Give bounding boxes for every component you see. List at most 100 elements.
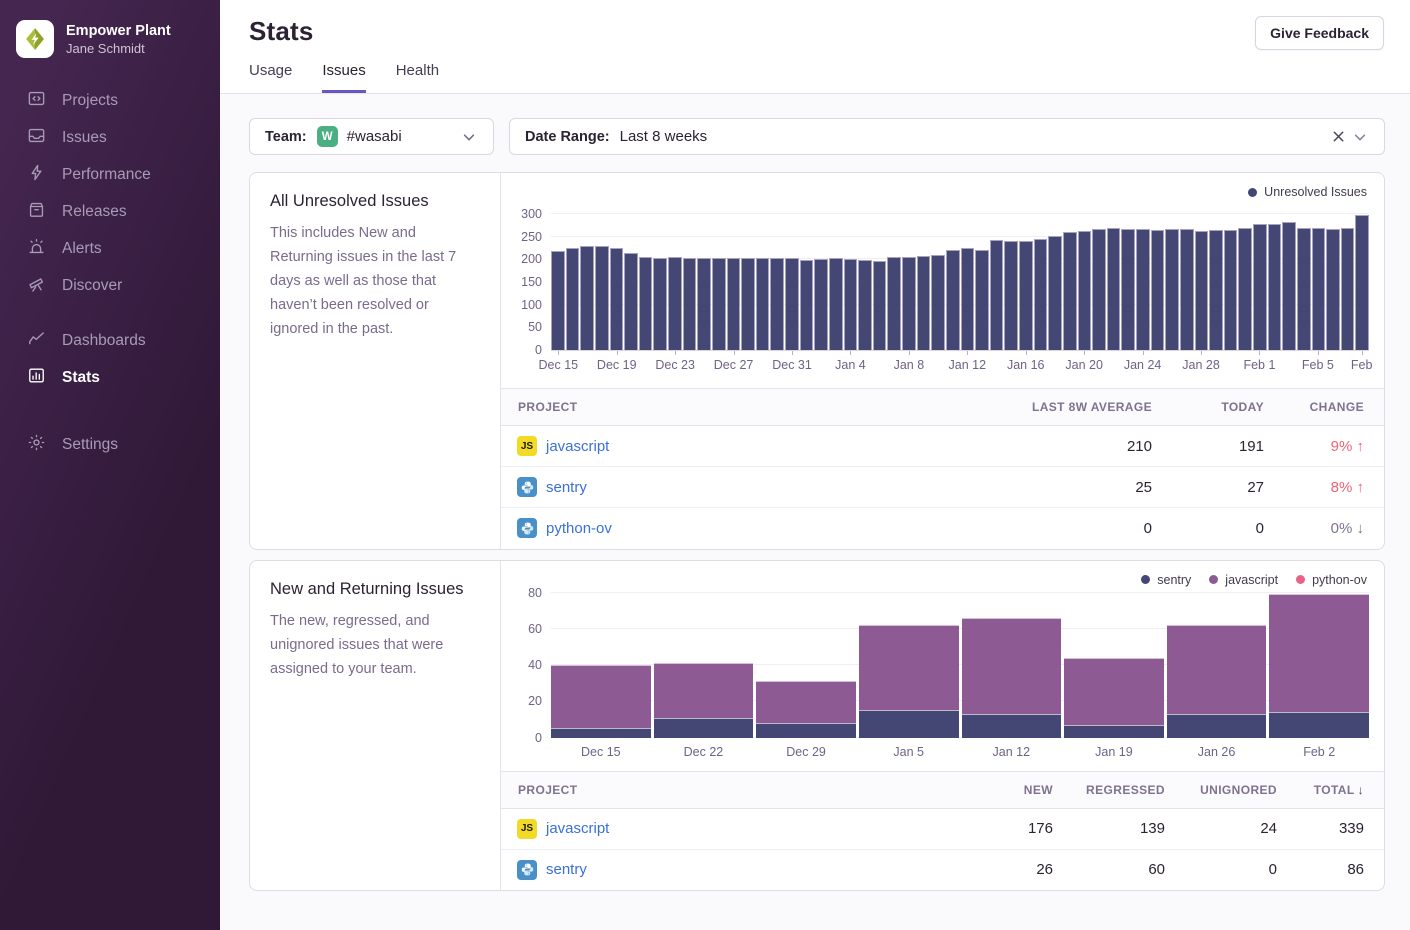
sidebar-item-label: Discover [62, 277, 122, 295]
bar-segment-javascript [1167, 625, 1267, 714]
bar-unresolved-issues [1034, 239, 1048, 350]
column-header-regressed: Regressed [1055, 771, 1167, 808]
team-avatar: W [317, 126, 338, 147]
cell: 26 [943, 849, 1055, 890]
sidebar-item-projects[interactable]: Projects [0, 82, 220, 119]
legend-label: sentry [1157, 573, 1191, 587]
column-header-total[interactable]: Total↓ [1279, 771, 1384, 808]
sidebar-item-releases[interactable]: Releases [0, 193, 220, 230]
legend-item-python-ov[interactable]: python-ov [1296, 573, 1367, 587]
date-range-select[interactable]: Date Range: Last 8 weeks [509, 118, 1385, 155]
python-platform-icon [517, 860, 537, 880]
y-tick-label: 250 [521, 230, 542, 244]
bar-segment-javascript [551, 665, 651, 728]
x-tick-label: Jan 12 [962, 745, 1062, 759]
x-tick [909, 351, 910, 355]
bar-segment-sentry [1269, 712, 1369, 737]
bar-unresolved-issues [551, 251, 565, 350]
bar-unresolved-issues [961, 248, 975, 350]
bar-unresolved-issues [1048, 236, 1062, 350]
bar-unresolved-issues [844, 259, 858, 350]
org-logo-icon [16, 20, 54, 58]
sidebar-item-settings[interactable]: Settings [0, 426, 220, 463]
sidebar-item-issues[interactable]: Issues [0, 119, 220, 156]
bar-segment-sentry [859, 710, 959, 737]
releases-icon [27, 200, 46, 224]
bar-segment-sentry [654, 718, 754, 738]
bar-unresolved-issues [1136, 229, 1150, 350]
clear-date-icon[interactable] [1327, 126, 1349, 148]
bar-unresolved-issues [858, 260, 872, 350]
sidebar-item-alerts[interactable]: Alerts [0, 230, 220, 267]
x-tick [967, 351, 968, 355]
filter-bar: Team: W #wasabi Date Range: Last 8 weeks [249, 118, 1385, 155]
sort-desc-icon: ↓ [1358, 783, 1364, 797]
legend-label: javascript [1225, 573, 1278, 587]
bar-unresolved-issues [1268, 224, 1282, 350]
project-link-javascript[interactable]: javascript [546, 438, 609, 455]
stacked-bar-dec-29 [756, 681, 856, 737]
x-tick-label: Feb 1 [1243, 358, 1275, 372]
column-header-project: Project [501, 389, 979, 426]
cell: 210 [979, 426, 1154, 467]
bar-unresolved-issues [770, 258, 784, 350]
x-tick-label: Jan 24 [1124, 358, 1162, 372]
dashboards-icon [27, 329, 46, 353]
org-name: Empower Plant [66, 22, 171, 40]
column-header-project: Project [501, 771, 943, 808]
x-tick-label: Dec 27 [714, 358, 754, 372]
sidebar-item-label: Projects [62, 92, 118, 110]
bar-unresolved-issues [990, 240, 1004, 350]
bar-unresolved-issues [1238, 228, 1252, 350]
change-cell: 8% ↑ [1266, 467, 1384, 508]
legend-item-unresolved-issues[interactable]: Unresolved Issues [1248, 185, 1367, 199]
tab-health[interactable]: Health [396, 62, 439, 93]
arrow-up-icon: ↑ [1357, 479, 1365, 496]
sidebar-item-discover[interactable]: Discover [0, 267, 220, 304]
bar-segment-sentry [1167, 714, 1267, 738]
bar-segment-javascript [1064, 658, 1164, 725]
x-tick [1084, 351, 1085, 355]
project-link-javascript[interactable]: javascript [546, 820, 609, 837]
project-link-sentry[interactable]: sentry [546, 861, 587, 878]
change-cell: 0% ↓ [1266, 508, 1384, 549]
legend-item-sentry[interactable]: sentry [1141, 573, 1191, 587]
x-tick-label: Jan 26 [1167, 745, 1267, 759]
y-tick-label: 20 [528, 694, 542, 708]
bar-unresolved-issues [756, 258, 770, 350]
sidebar-item-dashboards[interactable]: Dashboards [0, 322, 220, 359]
legend-item-javascript[interactable]: javascript [1209, 573, 1278, 587]
bar-unresolved-issues [595, 246, 609, 350]
project-link-sentry[interactable]: sentry [546, 479, 587, 496]
tab-usage[interactable]: Usage [249, 62, 292, 93]
card-new-returning-issues: New and Returning Issues The new, regres… [249, 560, 1385, 892]
bar-segment-javascript [962, 618, 1062, 714]
bar-unresolved-issues [580, 246, 594, 350]
team-select[interactable]: Team: W #wasabi [249, 118, 494, 155]
org-switcher[interactable]: Empower Plant Jane Schmidt [0, 0, 220, 82]
sidebar-item-performance[interactable]: Performance [0, 156, 220, 193]
card-description-panel: New and Returning Issues The new, regres… [250, 561, 501, 891]
give-feedback-button[interactable]: Give Feedback [1255, 16, 1384, 50]
python-platform-icon [517, 518, 537, 538]
cell: 339 [1279, 808, 1384, 849]
project-link-python-ov[interactable]: python-ov [546, 520, 612, 537]
stacked-bar-dec-22 [654, 663, 754, 737]
stacked-bar-feb-2 [1269, 594, 1369, 737]
y-axis: 020406080 [515, 593, 551, 738]
sidebar-item-label: Releases [62, 203, 127, 221]
bar-unresolved-issues [610, 248, 624, 350]
tab-issues[interactable]: Issues [322, 62, 365, 93]
column-header-today: Today [1154, 389, 1266, 426]
y-tick-label: 200 [521, 252, 542, 266]
x-tick-label: Jan 19 [1064, 745, 1164, 759]
bar-unresolved-issues [1092, 229, 1106, 350]
sidebar-item-stats[interactable]: Stats [0, 359, 220, 396]
bar-unresolved-issues [931, 255, 945, 350]
discover-icon [27, 274, 46, 298]
bar-unresolved-issues [814, 259, 828, 350]
column-header-last-8w-average: Last 8w Average [979, 389, 1154, 426]
bar-unresolved-issues [727, 258, 741, 350]
bar-unresolved-issues [1151, 230, 1165, 350]
bar-unresolved-issues [639, 257, 653, 350]
